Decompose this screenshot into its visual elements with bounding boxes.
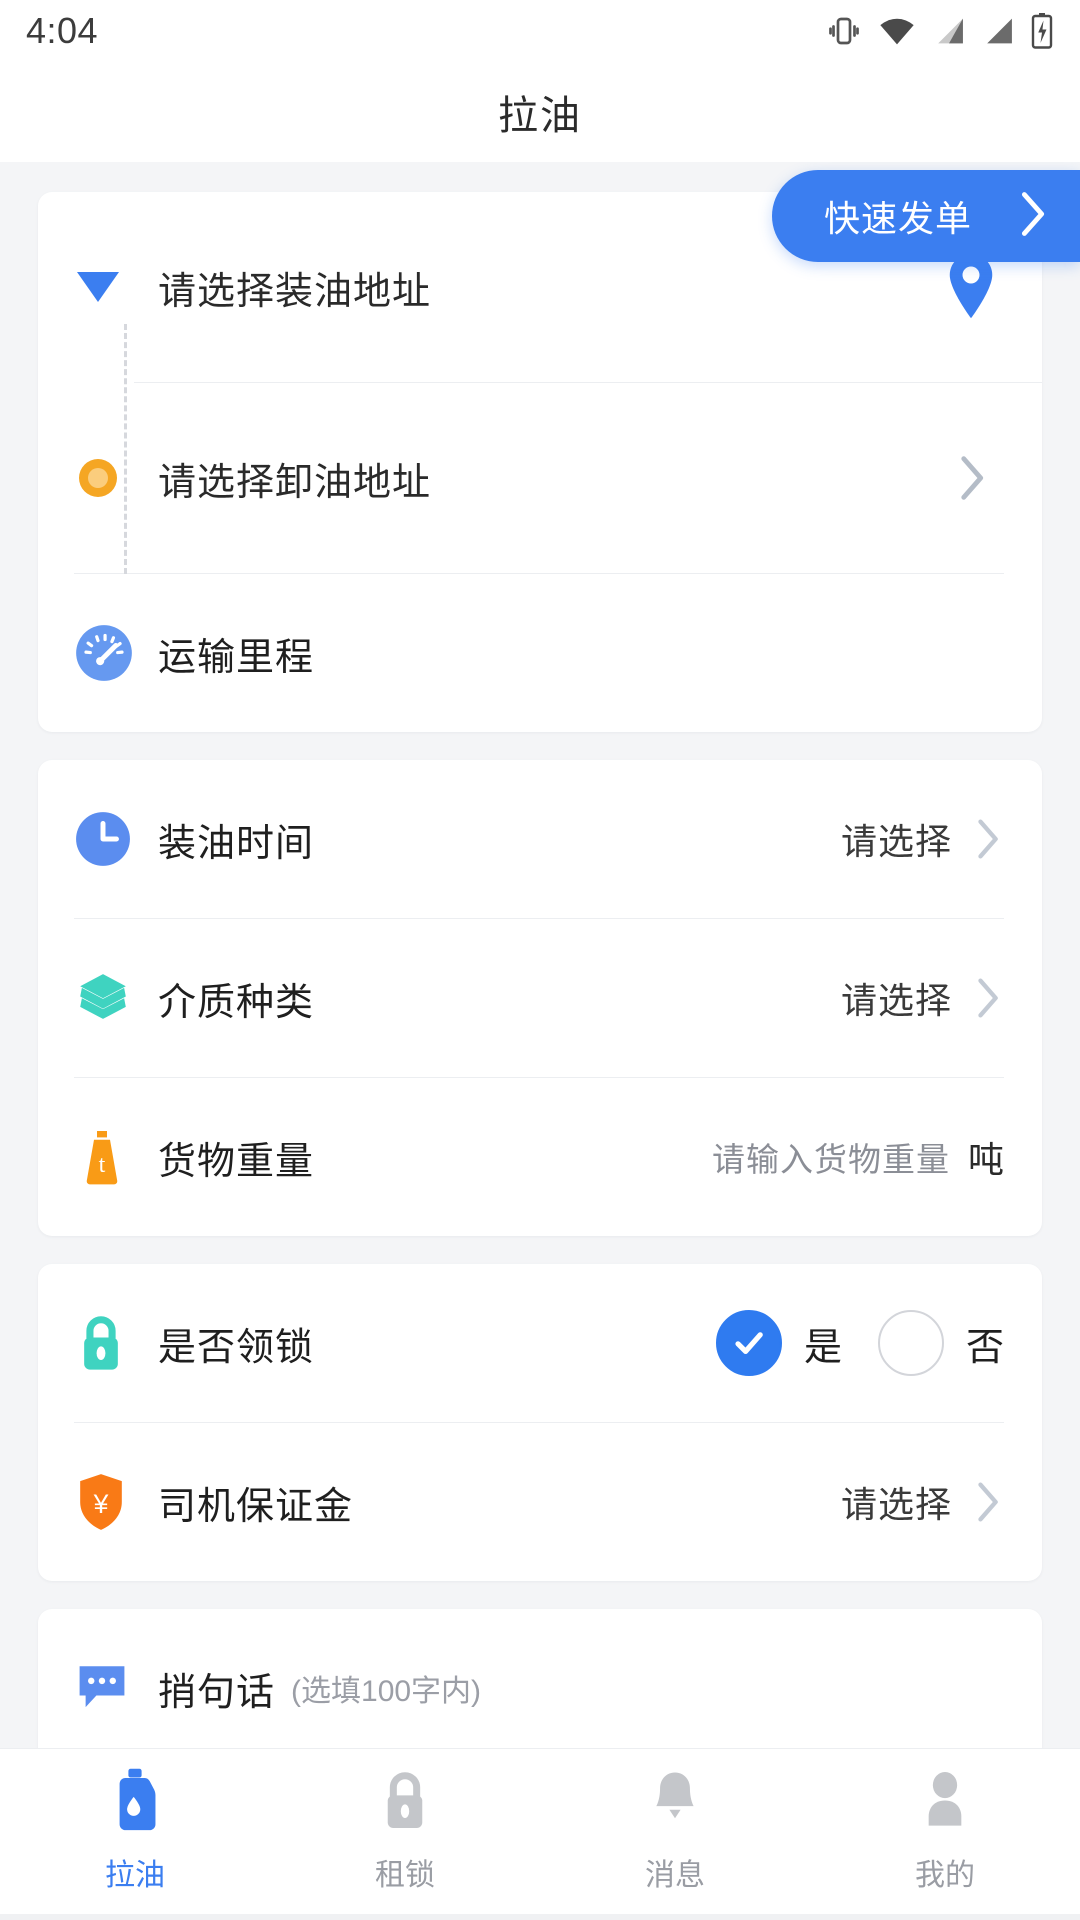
person-icon: [917, 1767, 973, 1838]
cargo-weight-unit: 吨: [967, 1139, 1004, 1180]
medium-type-row[interactable]: 介质种类 请选择: [38, 919, 1042, 1077]
driver-deposit-value: 请选择: [840, 1484, 952, 1525]
lock-card: 是否领锁 是 否 ¥ 司机保证金 请选择: [38, 1264, 1042, 1581]
need-lock-radio-group: 是 否: [715, 1310, 1004, 1376]
cargo-weight-label: 货物重量: [158, 1140, 315, 1183]
address-card: 请选择装油地址 请选择卸油地址 运输里程: [38, 192, 1042, 732]
chevron-right-icon[interactable]: [970, 813, 1004, 865]
unload-address-text: 请选择卸油地址: [158, 461, 432, 504]
oil-bottle-icon: [105, 1767, 165, 1838]
page-title: 拉油: [498, 94, 582, 138]
clock-icon: [74, 810, 158, 868]
bottom-tab-bar: 拉油 租锁 消息 我的: [0, 1748, 1080, 1920]
home-indicator-line: [0, 1914, 1080, 1920]
scroll-content[interactable]: 快速发单 请选择装油地址 请选择卸油地址 运输里程 装油时间 请选择 介质种类 …: [0, 162, 1080, 1748]
lock-icon: [74, 1312, 158, 1374]
chevron-right-icon[interactable]: [970, 1476, 1004, 1528]
radio-no-label: 否: [965, 1326, 1004, 1369]
signal-icon: [981, 14, 1015, 48]
weight-icon: t: [74, 1127, 158, 1187]
load-address-text: 请选择装油地址: [158, 270, 432, 313]
lock-icon: [377, 1767, 433, 1838]
map-pin-icon[interactable]: [938, 252, 1004, 322]
need-lock-row: 是否领锁 是 否: [38, 1264, 1042, 1422]
mileage-row[interactable]: 运输里程: [38, 574, 1042, 732]
medium-type-label: 介质种类: [158, 981, 315, 1024]
unload-address-row[interactable]: 请选择卸油地址: [38, 383, 1042, 573]
message-hint: (选填100字内): [291, 1675, 482, 1708]
layers-icon: [74, 969, 158, 1027]
quick-order-button[interactable]: 快速发单: [771, 170, 1080, 262]
cargo-weight-row[interactable]: t 货物重量 请输入货物重量 吨: [38, 1078, 1042, 1236]
wifi-icon: [877, 14, 917, 48]
quick-order-label: 快速发单: [823, 198, 972, 239]
radio-yes-label: 是: [803, 1326, 842, 1369]
vibrate-icon: [826, 13, 862, 49]
tab-oil[interactable]: 拉油: [0, 1767, 270, 1894]
message-label: 捎句话: [158, 1671, 276, 1714]
tab-messages-label: 消息: [645, 1859, 705, 1892]
triangle-down-marker: [38, 272, 158, 302]
driver-deposit-label: 司机保证金: [158, 1485, 354, 1528]
cargo-weight-input[interactable]: 请输入货物重量: [712, 1133, 950, 1181]
load-time-row[interactable]: 装油时间 请选择: [38, 760, 1042, 918]
message-card: 捎句话 (选填100字内): [38, 1609, 1042, 1748]
circle-dot-marker: [38, 459, 158, 497]
tab-oil-label: 拉油: [105, 1859, 165, 1892]
tab-lock-rental[interactable]: 租锁: [270, 1767, 540, 1894]
tab-messages[interactable]: 消息: [540, 1767, 810, 1894]
check-icon: [715, 1310, 782, 1376]
chevron-right-icon[interactable]: [938, 449, 1004, 507]
radio-yes[interactable]: 是: [715, 1310, 842, 1376]
app-screen: 4:04 拉油 快速发单 请选择装油地址 请选择卸油地址 运输里程 装油时间 请…: [0, 0, 1080, 1920]
title-bar: 拉油: [0, 62, 1080, 162]
chat-bubble-icon: [74, 1661, 158, 1715]
signal-icon: [932, 14, 966, 48]
detail-card: 装油时间 请选择 介质种类 请选择 t 货物重量 请输入货物重量 吨: [38, 760, 1042, 1236]
empty-circle-icon: [877, 1310, 944, 1376]
need-lock-label: 是否领锁: [158, 1326, 315, 1369]
bell-icon: [647, 1767, 703, 1838]
radio-no[interactable]: 否: [877, 1310, 1004, 1376]
load-time-label: 装油时间: [158, 822, 315, 865]
chevron-right-icon: [1016, 188, 1050, 245]
status-bar: 4:04: [0, 0, 1080, 62]
speedometer-icon: [74, 623, 158, 683]
shield-yuan-icon: ¥: [74, 1471, 158, 1533]
chevron-right-icon[interactable]: [970, 972, 1004, 1024]
status-clock: 4:04: [26, 10, 99, 51]
tab-profile[interactable]: 我的: [810, 1767, 1080, 1894]
message-row[interactable]: 捎句话 (选填100字内): [38, 1609, 1042, 1748]
battery-charging-icon: [1030, 13, 1054, 49]
driver-deposit-row[interactable]: ¥ 司机保证金 请选择: [38, 1423, 1042, 1581]
tab-lock-rental-label: 租锁: [375, 1859, 435, 1892]
tab-profile-label: 我的: [915, 1859, 975, 1892]
load-time-value: 请选择: [840, 821, 952, 862]
status-icons: [826, 13, 1054, 49]
svg-text:¥: ¥: [93, 1489, 109, 1519]
medium-type-value: 请选择: [840, 980, 952, 1021]
svg-text:t: t: [99, 1152, 106, 1178]
mileage-label: 运输里程: [158, 636, 315, 679]
